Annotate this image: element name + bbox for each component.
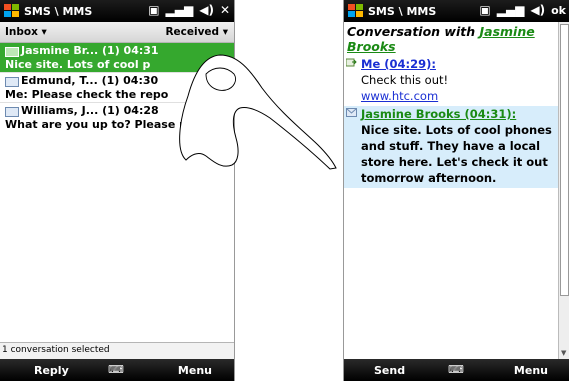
scroll-down-icon[interactable]: ▼ xyxy=(561,349,566,357)
selection-status-text: 1 conversation selected xyxy=(2,345,110,355)
sort-dropdown[interactable]: Received ▾ xyxy=(165,26,228,38)
keyboard-icon[interactable]: ⌨ xyxy=(108,363,124,376)
app-title: SMS \ MMS xyxy=(368,5,437,18)
envelope-icon xyxy=(5,107,19,117)
sent-message-header: Me (04:29): xyxy=(346,56,555,72)
conversation-list: Jasmine Br... (1) 04:31 Nice site. Lots … xyxy=(0,43,234,132)
envelope-icon xyxy=(5,47,19,57)
conversation-prefix: Conversation with xyxy=(347,24,480,39)
conversation-screen: SMS \ MMS ▣ ▂▄▆ ◀) ok Conversation with … xyxy=(343,0,569,381)
list-item[interactable]: Jasmine Br... (1) 04:31 Nice site. Lots … xyxy=(0,43,234,72)
volume-icon[interactable]: ◀) xyxy=(199,3,214,17)
message-preview: Me: Please check the repo xyxy=(5,88,169,101)
volume-icon[interactable]: ◀) xyxy=(530,3,545,17)
envelope-icon xyxy=(346,108,357,117)
title-bar: SMS \ MMS ▣ ▂▄▆ ◀) ok xyxy=(344,0,569,22)
signal-icon: ▂▄▆ xyxy=(165,3,194,17)
send-button[interactable]: Send xyxy=(374,364,405,377)
message-preview: Nice site. Lots of cool p xyxy=(5,58,151,71)
softkey-bar: Send ⌨ Menu xyxy=(344,359,569,381)
scrollbar-thumb[interactable] xyxy=(560,24,569,296)
list-item[interactable]: Williams, J... (1) 04:28 What are you up… xyxy=(0,102,234,132)
envelope-icon xyxy=(5,77,19,87)
received-message-text: Nice site. Lots of cool phones and stuff… xyxy=(361,123,552,185)
list-header: Inbox ▾ Received ▾ xyxy=(0,22,234,43)
selection-status: 1 conversation selected xyxy=(0,342,234,359)
windows-start-icon[interactable] xyxy=(4,4,20,18)
sent-message-text: Check this out! xyxy=(361,73,449,87)
received-message: Jasmine Brooks (04:31): Nice site. Lots … xyxy=(344,106,558,188)
sent-message: Me (04:29): Check this out! www.htc.com xyxy=(344,56,558,104)
data-connection-icon: ▣ xyxy=(148,3,160,17)
folder-dropdown[interactable]: Inbox ▾ xyxy=(5,26,47,38)
list-item[interactable]: Edmund, T... (1) 04:30 Me: Please check … xyxy=(0,72,234,102)
signal-icon: ▂▄▆ xyxy=(496,3,525,17)
message-preview: What are you up to? Please r... xyxy=(5,118,196,131)
scrollbar[interactable]: ▼ xyxy=(558,22,569,359)
title-bar: SMS \ MMS ▣ ▂▄▆ ◀) ✕ xyxy=(0,0,234,22)
keyboard-icon[interactable]: ⌨ xyxy=(448,363,464,376)
close-icon[interactable]: ✕ xyxy=(220,3,230,17)
data-connection-icon: ▣ xyxy=(479,3,491,17)
message-sender-time: Williams, J... (1) 04:28 xyxy=(21,104,159,117)
softkey-bar: Reply ⌨ Menu xyxy=(0,359,234,381)
web-link[interactable]: www.htc.com xyxy=(347,88,555,104)
message-sender-time: Jasmine Br... (1) 04:31 xyxy=(21,44,159,57)
windows-start-icon[interactable] xyxy=(348,4,364,18)
ok-button[interactable]: ok xyxy=(551,4,566,17)
inbox-screen: SMS \ MMS ▣ ▂▄▆ ◀) ✕ Inbox ▾ Received ▾ … xyxy=(0,0,235,381)
menu-button[interactable]: Menu xyxy=(178,364,212,377)
conversation-title: Conversation with Jasmine Brooks xyxy=(344,22,558,54)
reply-button[interactable]: Reply xyxy=(34,364,69,377)
app-title: SMS \ MMS xyxy=(24,5,93,18)
sent-arrow-icon xyxy=(346,58,357,67)
conversation-thread: Conversation with Jasmine Brooks Me (04:… xyxy=(344,22,558,359)
message-sender-time: Edmund, T... (1) 04:30 xyxy=(21,74,159,87)
received-message-header: Jasmine Brooks (04:31): xyxy=(346,106,555,122)
menu-button[interactable]: Menu xyxy=(514,364,548,377)
